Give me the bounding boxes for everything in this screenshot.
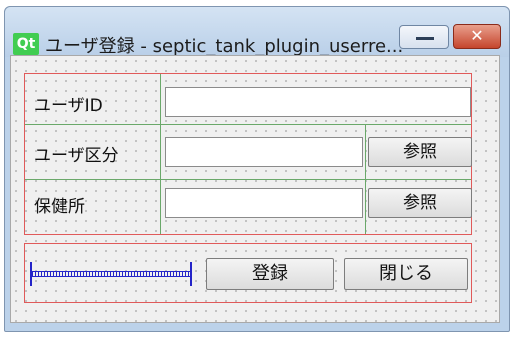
title-bar[interactable]: Qt ユーザ登録 - septic_tank_plugin_userre... … [5,7,509,57]
close-window-button[interactable]: ✕ [453,24,501,49]
minimize-icon [416,37,434,40]
grid-divider [160,74,161,234]
user-category-label: ユーザ区分 [34,146,119,166]
health-center-field[interactable] [165,188,363,218]
grid-divider [25,179,471,180]
user-id-field[interactable] [165,87,471,117]
user-id-label: ユーザID [34,96,103,116]
spacer-spring-icon [32,271,190,277]
register-button[interactable]: 登録 [206,258,334,290]
grid-divider [25,124,471,125]
qt-logo-icon: Qt [13,33,39,55]
close-icon: ✕ [470,26,484,45]
minimize-button[interactable] [399,25,449,49]
health-center-label: 保健所 [34,197,85,217]
user-category-field[interactable] [165,137,363,167]
user-category-browse-button[interactable]: 参照 [368,137,472,167]
close-button[interactable]: 閉じる [344,258,468,290]
health-center-browse-button[interactable]: 参照 [368,188,472,218]
horizontal-spacer[interactable] [30,262,192,286]
